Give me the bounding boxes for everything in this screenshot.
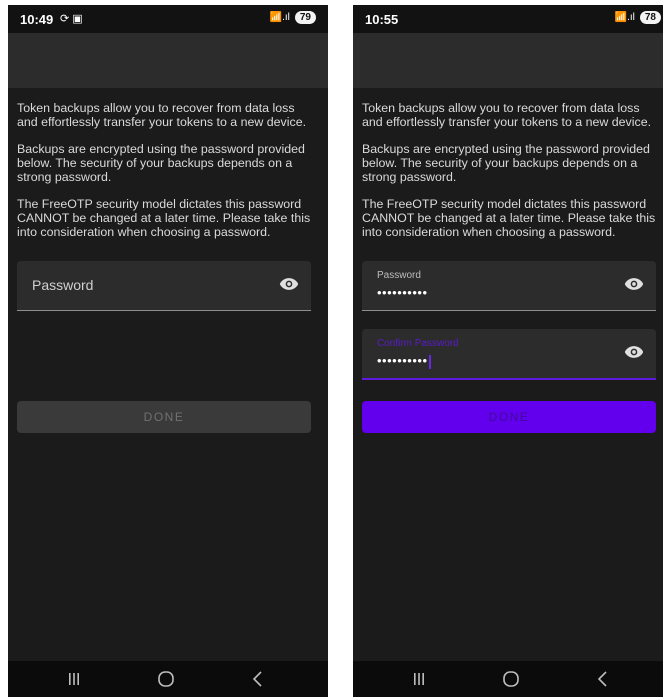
intro-paragraph-2: Backups are encrypted using the password… <box>362 142 650 184</box>
status-time: 10:55 <box>365 12 399 27</box>
app-bar <box>353 33 663 88</box>
home-icon[interactable] <box>501 669 521 689</box>
status-bar: 10:55 📶.ıl 78 <box>353 5 663 33</box>
done-button[interactable]: DONE <box>362 401 656 433</box>
app-bar <box>8 33 328 88</box>
confirm-password-value: •••••••••• <box>377 353 431 369</box>
password-field[interactable]: Password <box>17 261 311 311</box>
system-nav-bar <box>8 661 328 697</box>
text-cursor <box>428 354 431 369</box>
confirm-password-field[interactable]: Confirm Password •••••••••• <box>362 329 656 380</box>
status-right: 📶.ıl 78 <box>615 11 661 24</box>
intro-paragraph-3: The FreeOTP security model dictates this… <box>362 197 656 239</box>
confirm-password-label: Confirm Password <box>377 338 459 349</box>
eye-icon[interactable] <box>624 277 644 291</box>
confirm-password-dots: •••••••••• <box>377 353 428 368</box>
signal-icon: 📶.ıl <box>614 12 635 23</box>
eye-icon[interactable] <box>279 277 299 291</box>
system-nav-bar <box>353 661 663 697</box>
password-label: Password <box>377 270 421 281</box>
password-value: •••••••••• <box>377 285 428 300</box>
intro-paragraph-1: Token backups allow you to recover from … <box>17 101 307 129</box>
intro-paragraph-3: The FreeOTP security model dictates this… <box>17 197 311 239</box>
intro-paragraph-1: Token backups allow you to recover from … <box>362 101 652 129</box>
status-time: 10:49 <box>20 12 54 27</box>
phone-screen-left: 10:49 ⟳ ▣ 📶.ıl 79 Token backups allow yo… <box>8 5 328 697</box>
signal-icon: 📶.ıl <box>269 12 290 23</box>
home-icon[interactable] <box>156 669 176 689</box>
intro-paragraph-2: Backups are encrypted using the password… <box>17 142 305 184</box>
done-button[interactable]: DONE <box>17 401 311 433</box>
intro-text: Token backups allow you to recover from … <box>362 101 662 252</box>
recents-icon[interactable] <box>64 669 84 689</box>
back-icon[interactable] <box>593 669 613 689</box>
password-field[interactable]: Password •••••••••• <box>362 261 656 311</box>
password-label: Password <box>32 277 94 293</box>
status-right: 📶.ıl 79 <box>270 11 316 24</box>
recents-icon[interactable] <box>409 669 429 689</box>
eye-icon[interactable] <box>624 345 644 359</box>
status-bar: 10:49 ⟳ ▣ 📶.ıl 79 <box>8 5 328 33</box>
battery-indicator: 79 <box>294 11 316 24</box>
intro-text: Token backups allow you to recover from … <box>17 101 317 252</box>
battery-indicator: 78 <box>639 11 661 24</box>
notification-icons: ⟳ ▣ <box>60 13 83 25</box>
back-icon[interactable] <box>248 669 268 689</box>
phone-screen-right: 10:55 📶.ıl 78 Token backups allow you to… <box>353 5 663 697</box>
